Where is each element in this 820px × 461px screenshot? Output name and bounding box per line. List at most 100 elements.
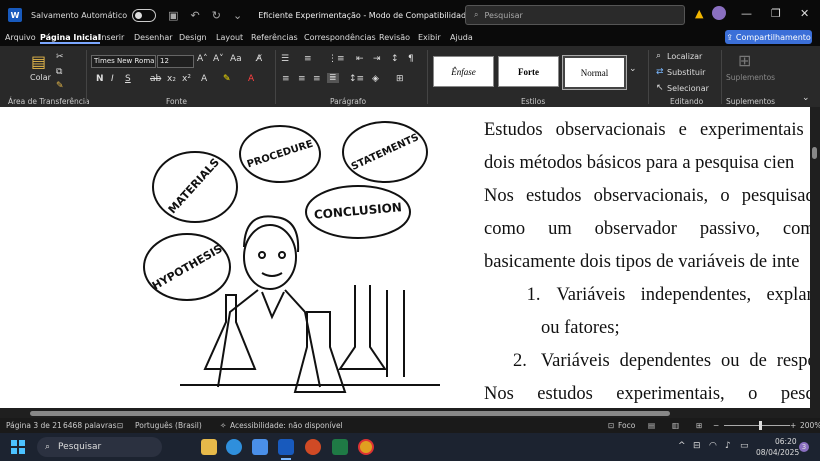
page-count[interactable]: Página 3 de 21 [6,421,62,430]
font-size-select[interactable]: 12 [157,55,194,68]
tab-ajuda[interactable]: Ajuda [450,33,473,42]
tab-arquivo[interactable]: Arquivo [5,33,36,42]
search-input[interactable]: ⌕ Pesquisar [465,5,685,25]
autosave-toggle[interactable] [132,8,157,22]
justify-icon[interactable]: ≣ [327,73,339,83]
horizontal-scroll-thumb[interactable] [30,411,670,416]
collapse-ribbon-icon[interactable]: ⌄ [802,93,810,103]
clock-date[interactable]: 08/04/2025 [756,448,799,457]
experiment-illustration[interactable]: MATERIALS PROCEDURE STATEMENTS CONCLUSIO… [0,107,470,408]
excel-icon[interactable] [332,439,348,455]
tab-layout[interactable]: Layout [216,33,243,42]
share-button[interactable]: ⇪ Compartilhamento [725,30,812,44]
replace-label[interactable]: Substituir [667,68,705,77]
style-forte[interactable]: Forte [498,56,559,87]
print-layout-icon[interactable]: ▥ [672,421,679,430]
tab-design[interactable]: Design [179,33,207,42]
notification-badge[interactable]: 3 [799,442,809,452]
chrome-icon[interactable] [358,439,374,455]
minimize-icon[interactable]: — [741,7,752,20]
zoom-in-icon[interactable]: + [790,421,796,430]
start-icon[interactable] [11,440,25,454]
grow-font-icon[interactable]: A˄ [197,54,208,64]
tab-desenhar[interactable]: Desenhar [134,33,173,42]
vertical-scrollbar[interactable] [810,107,820,408]
align-center-icon[interactable]: ≡ [298,74,306,84]
shading-icon[interactable]: ◈ [372,74,379,84]
document-page[interactable]: MATERIALS PROCEDURE STATEMENTS CONCLUSIO… [0,107,810,408]
tab-correspondencias[interactable]: Correspondências [304,33,376,42]
align-left-icon[interactable]: ≡ [282,74,290,84]
edge-icon[interactable] [226,439,242,455]
replace-icon[interactable]: ⇄ [656,67,664,77]
show-marks-icon[interactable]: ¶ [408,54,414,64]
highlight-icon[interactable]: ✎ [223,74,231,84]
language-status[interactable]: Português (Brasil) [135,421,202,430]
select-label[interactable]: Selecionar [667,84,709,93]
document-area[interactable]: MATERIALS PROCEDURE STATEMENTS CONCLUSIO… [0,107,810,408]
network-adapter-icon[interactable]: ⊟ [693,441,701,451]
store-icon[interactable] [252,439,268,455]
proofing-icon[interactable]: ⊡ [117,421,123,430]
styles-gallery-more-icon[interactable]: ⌄ [629,64,637,74]
multilevel-list-icon[interactable]: ⋮≡ [328,54,345,64]
maximize-icon[interactable]: ❐ [771,7,781,20]
select-icon[interactable]: ↖ [656,83,664,93]
vertical-scroll-thumb[interactable] [812,147,817,159]
customize-toolbar-icon[interactable]: ⌄ [233,9,242,22]
zoom-level[interactable]: 200% [800,421,820,430]
addins-button-label[interactable]: Suplementos [726,73,775,82]
volume-icon[interactable]: ♪ [725,441,731,451]
battery-icon[interactable]: ▭ [740,441,749,451]
save-icon[interactable]: ▣ [168,9,178,22]
clock-time[interactable]: 06:20 [775,437,797,446]
style-normal[interactable]: Normal [562,55,627,90]
word-taskbar-icon[interactable] [278,439,294,455]
tab-referencias[interactable]: Referências [251,33,298,42]
font-color-icon[interactable]: A [248,74,254,84]
addins-icon[interactable]: ⊞ [738,51,751,70]
zoom-slider-thumb[interactable] [759,421,762,430]
taskbar-search[interactable]: ⌕ Pesquisar [37,437,162,457]
cut-icon[interactable]: ✂ [56,52,64,62]
redo-icon[interactable]: ↻ [212,9,221,22]
read-mode-icon[interactable]: ▤ [648,421,655,430]
borders-icon[interactable]: ⊞ [396,74,404,84]
document-text[interactable]: Estudosobservacionaiseexperimentaiss doi… [484,114,810,408]
format-painter-icon[interactable]: ✎ [56,81,64,91]
avatar[interactable] [712,6,726,20]
find-icon[interactable]: ⌕ [656,51,661,61]
focus-icon[interactable]: ⊡ [608,421,614,430]
superscript-icon[interactable]: x² [182,74,191,84]
zoom-out-icon[interactable]: − [713,421,719,430]
subscript-icon[interactable]: x₂ [167,74,176,84]
wifi-icon[interactable]: ◠ [709,441,717,451]
web-layout-icon[interactable]: ⊞ [696,421,702,430]
bullets-icon[interactable]: ☰ [281,54,289,64]
accessibility-status[interactable]: Acessibilidade: não disponível [230,421,343,430]
undo-icon[interactable]: ↶ [191,9,200,22]
numbering-icon[interactable]: ≡ [304,54,312,64]
align-right-icon[interactable]: ≡ [313,74,321,84]
strikethrough-icon[interactable]: ab [150,74,161,84]
close-icon[interactable]: ✕ [800,7,809,20]
powerpoint-icon[interactable] [305,439,321,455]
clear-format-icon[interactable]: A̸ [256,54,262,64]
style-enfase[interactable]: Ênfase [433,56,494,87]
line-spacing-icon[interactable]: ↕≡ [349,74,364,84]
shrink-font-icon[interactable]: A˅ [213,54,224,64]
find-label[interactable]: Localizar [667,52,702,61]
tab-exibir[interactable]: Exibir [418,33,441,42]
word-count[interactable]: 6468 palavras [63,421,117,430]
italic-icon[interactable]: I [111,74,114,84]
warning-icon[interactable]: ▲ [695,7,703,20]
zoom-slider[interactable] [724,425,790,426]
change-case-icon[interactable]: Aa [230,54,242,64]
increase-indent-icon[interactable]: ⇥ [373,54,381,64]
tab-revisao[interactable]: Revisão [379,33,410,42]
tab-inserir[interactable]: Inserir [99,33,124,42]
copy-icon[interactable]: ⧉ [56,67,62,77]
tray-chevron-icon[interactable]: ^ [678,441,686,451]
font-name-select[interactable]: Times New Roman [91,55,156,68]
paste-label[interactable]: Colar [30,73,51,82]
